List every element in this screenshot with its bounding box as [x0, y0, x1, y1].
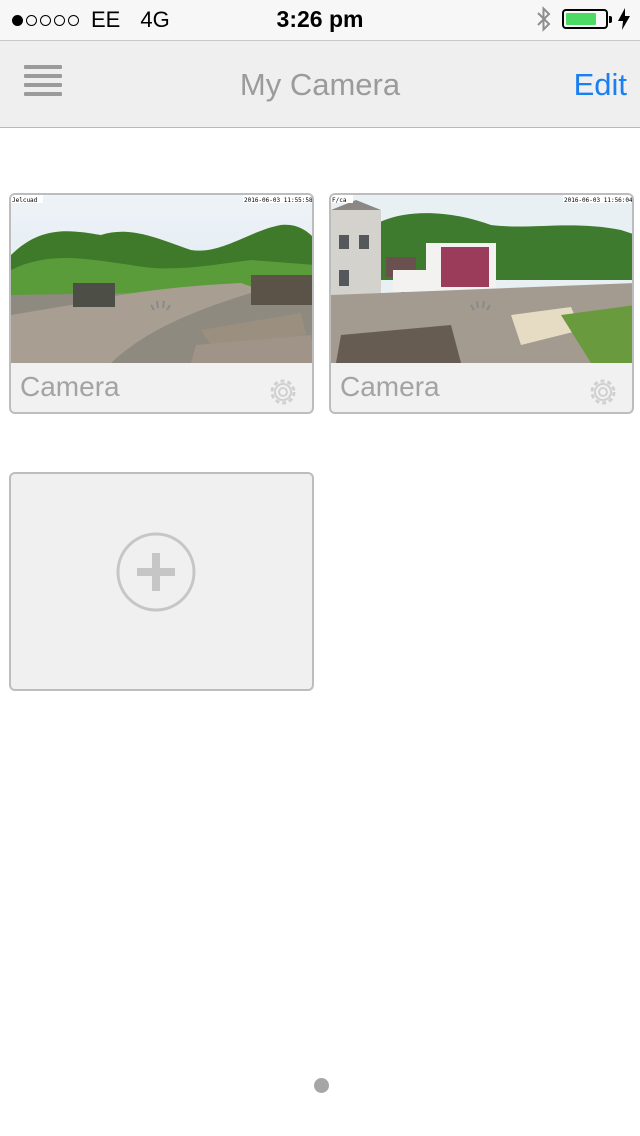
overlay-timestamp: 2016-06-03 11:56:04	[564, 197, 633, 204]
overlay-timestamp: 2016-06-03 11:55:58	[244, 197, 313, 204]
settings-gear-icon[interactable]	[586, 375, 620, 409]
navigation-bar: My Camera Edit	[0, 40, 640, 128]
bluetooth-icon	[537, 6, 551, 32]
edit-button[interactable]: Edit	[574, 67, 627, 103]
camera-card[interactable]: Jelcuad 2016-06-03 11:55:58 Camera	[9, 193, 314, 414]
plus-circle-icon	[116, 532, 196, 612]
overlay-label: F/ca	[332, 197, 347, 204]
add-camera-button[interactable]	[9, 472, 314, 691]
charging-bolt-icon	[618, 8, 630, 30]
battery-icon	[562, 9, 612, 29]
status-bar: EE 4G 3:26 pm	[0, 0, 640, 40]
camera-name: Camera	[340, 371, 440, 402]
page-indicator-dot	[314, 1078, 329, 1093]
overlay-label: Jelcuad	[12, 197, 38, 204]
camera-preview-image: Jelcuad 2016-06-03 11:55:58	[11, 195, 313, 363]
settings-gear-icon[interactable]	[266, 375, 300, 409]
page-title: My Camera	[239, 67, 401, 102]
camera-preview-image: F/ca 2016-06-03 11:56:04	[331, 195, 633, 363]
camera-card[interactable]: F/ca 2016-06-03 11:56:04 Camera	[329, 193, 634, 414]
status-right	[536, 6, 630, 32]
camera-name: Camera	[20, 371, 120, 402]
